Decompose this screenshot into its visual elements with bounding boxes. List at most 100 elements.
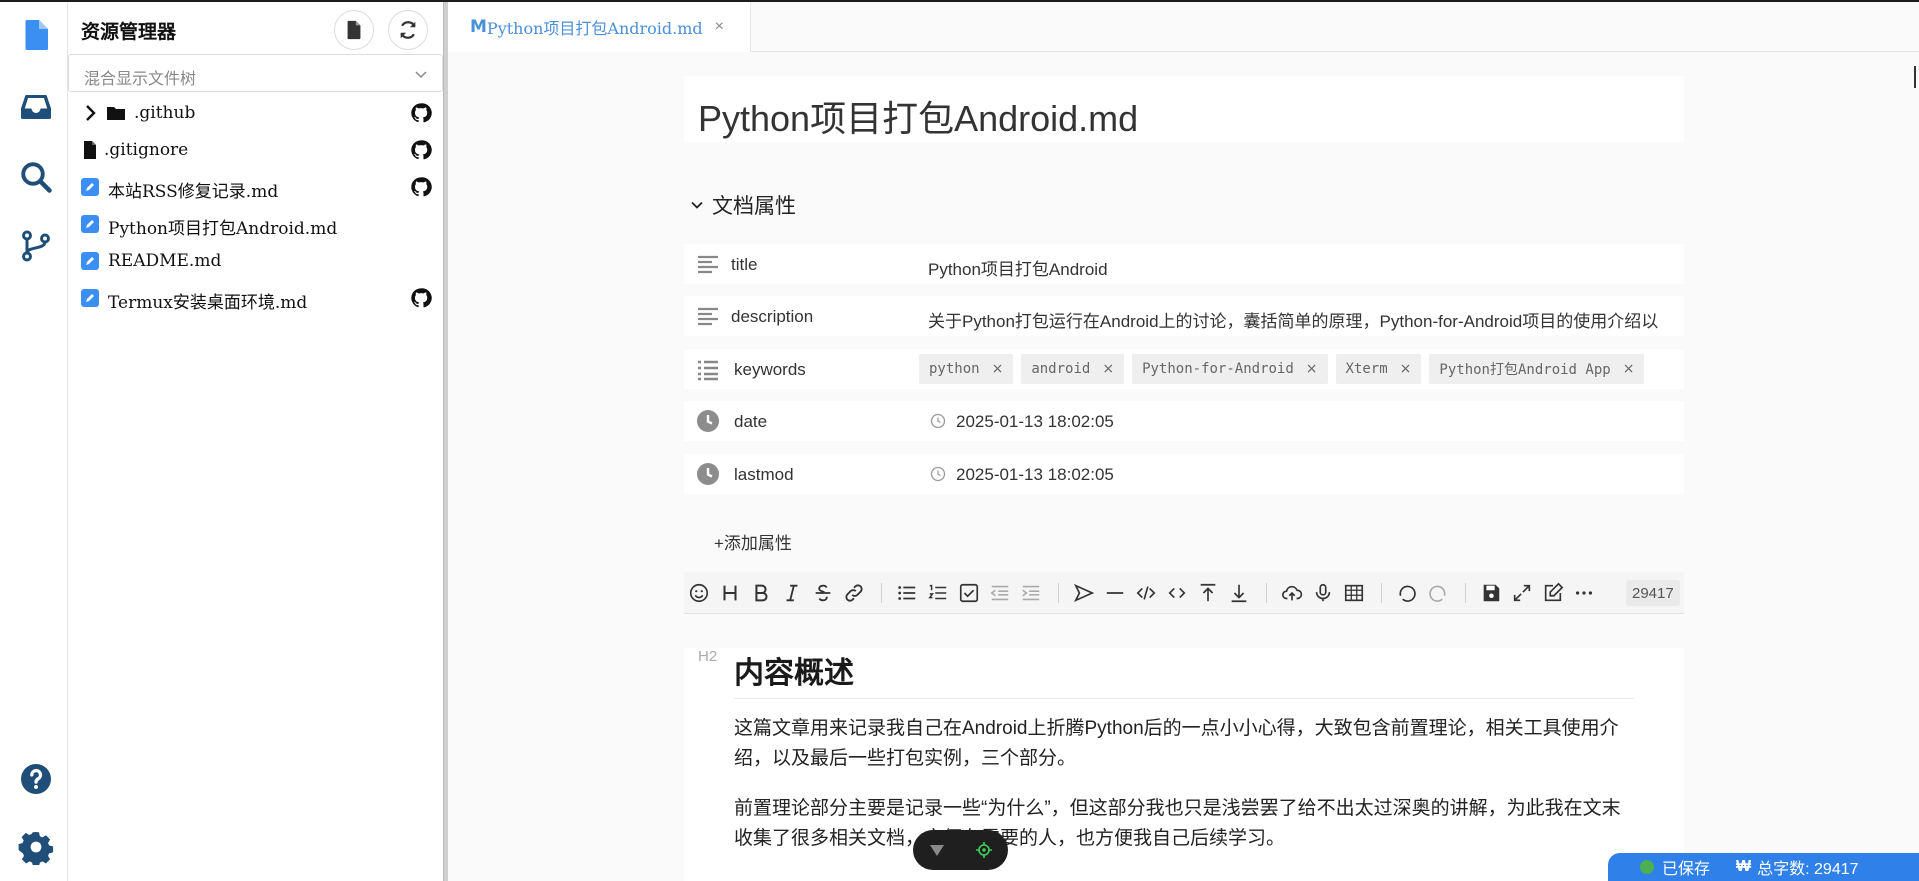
property-value-description[interactable]: 关于Python打包运行在Android上的讨论，囊括简单的原理，Python-… xyxy=(928,307,1674,332)
more-icon xyxy=(1575,591,1593,595)
microphone-icon xyxy=(1315,583,1331,602)
checkbox-icon xyxy=(959,583,979,603)
activity-bar xyxy=(0,2,68,881)
tree-mode-select[interactable]: 混合显示文件树 xyxy=(68,54,443,92)
paragraph: 前置理论部分主要是记录一些“为什么”，但这部分我也只是浅尝罢了给不出太过深奥的讲… xyxy=(734,798,1621,849)
settings-button[interactable] xyxy=(16,827,56,867)
code-block-button[interactable] xyxy=(1135,582,1157,604)
tag-remove-button[interactable]: × xyxy=(1400,361,1412,377)
bold-button[interactable] xyxy=(750,582,772,604)
tab-close-button[interactable]: × xyxy=(715,18,724,36)
inline-code-button[interactable] xyxy=(1166,582,1188,604)
insert-before-button[interactable] xyxy=(1197,582,1219,604)
explorer-title: 资源管理器 xyxy=(81,21,177,43)
tag-remove-button[interactable]: × xyxy=(1623,361,1635,377)
clock-icon xyxy=(930,413,946,429)
file-icon xyxy=(84,141,96,159)
folder-icon xyxy=(107,107,125,120)
keyword-tag[interactable]: Xterm × xyxy=(1335,354,1422,384)
tree-item-github-folder[interactable]: .github xyxy=(68,94,443,131)
chevron-right-icon[interactable] xyxy=(80,103,100,123)
scrollbar-thumb[interactable] xyxy=(1914,66,1916,88)
record-button[interactable] xyxy=(1312,582,1334,604)
fullscreen-button[interactable] xyxy=(1511,582,1533,604)
property-value-lastmod[interactable]: 2025-01-13 18:02:05 xyxy=(956,465,1702,485)
ordered-list-icon xyxy=(928,584,947,600)
link-button[interactable] xyxy=(843,582,865,604)
inline-code-icon xyxy=(1168,587,1186,599)
sidebar-resize-handle[interactable] xyxy=(443,2,448,881)
indent-button[interactable] xyxy=(1020,582,1042,604)
modified-marker: M xyxy=(470,17,487,37)
github-icon xyxy=(411,177,432,197)
keyword-tag[interactable]: Python打包Android App × xyxy=(1429,354,1645,384)
bullet-list-icon xyxy=(898,586,916,600)
quote-button[interactable] xyxy=(1073,582,1095,604)
new-file-button[interactable] xyxy=(334,10,374,50)
search-button[interactable] xyxy=(16,157,56,197)
tree-item-termux-md[interactable]: Termux安装桌面环境.md xyxy=(68,279,443,316)
inbox-icon xyxy=(21,95,51,119)
tag-label: Python-for-Android xyxy=(1142,361,1294,377)
tag-remove-button[interactable]: × xyxy=(1102,361,1114,377)
heading-level-marker: H2 xyxy=(698,648,718,665)
locate-icon[interactable] xyxy=(975,841,993,859)
heading-button[interactable] xyxy=(719,582,741,604)
tree-item-python-android-md[interactable]: Python项目打包Android.md xyxy=(68,205,443,242)
property-key: description xyxy=(731,307,814,326)
horizontal-rule-button[interactable] xyxy=(1104,582,1126,604)
tree-item-rss-md[interactable]: 本站RSS修复记录.md xyxy=(68,168,443,205)
code-block-icon xyxy=(1136,586,1156,600)
property-row-description: description 关于Python打包运行在Android上的讨论，囊括简… xyxy=(684,296,1684,336)
undo-button[interactable] xyxy=(1396,582,1418,604)
markdown-edit-icon xyxy=(81,178,99,196)
tree-item-label: .gitignore xyxy=(104,140,189,160)
tag-remove-button[interactable]: × xyxy=(1306,361,1318,377)
keyword-tag[interactable]: android × xyxy=(1021,354,1125,384)
strikethrough-button[interactable] xyxy=(812,582,834,604)
keyword-tag[interactable]: python × xyxy=(919,354,1014,384)
redo-icon xyxy=(1429,585,1446,602)
vditor-logo-icon[interactable] xyxy=(928,841,946,859)
properties-label: 文档属性 xyxy=(712,195,796,218)
properties-toggle[interactable]: 文档属性 xyxy=(690,190,796,220)
tag-remove-button[interactable]: × xyxy=(992,361,1004,377)
explorer-header: 资源管理器 xyxy=(68,2,443,52)
more-button[interactable] xyxy=(1573,582,1595,604)
italic-button[interactable] xyxy=(781,582,803,604)
bullet-list-button[interactable] xyxy=(896,582,918,604)
explorer-button[interactable] xyxy=(16,15,56,55)
help-button[interactable] xyxy=(16,759,56,799)
tab-python-android-md[interactable]: M Python项目打包Android.md × xyxy=(448,2,751,52)
edit-mode-button[interactable] xyxy=(1542,582,1564,604)
quote-arrow-icon xyxy=(1073,583,1095,603)
table-button[interactable] xyxy=(1343,582,1365,604)
save-button[interactable] xyxy=(1480,582,1502,604)
text-lines-icon xyxy=(698,307,718,326)
editor-content[interactable]: H2 内容概述 这篇文章用来记录我自己在Android上折腾Python后的一点… xyxy=(684,648,1684,881)
insert-after-button[interactable] xyxy=(1228,582,1250,604)
github-icon xyxy=(411,140,432,160)
property-row-keywords: keywords python × android × Python-for-And… xyxy=(684,349,1684,389)
property-value-title[interactable]: Python项目打包Android xyxy=(928,255,1674,280)
inbox-button[interactable] xyxy=(16,87,56,127)
property-value-date[interactable]: 2025-01-13 18:02:05 xyxy=(956,412,1702,432)
fullscreen-icon xyxy=(1513,584,1531,602)
tree-item-gitignore[interactable]: .gitignore xyxy=(68,131,443,168)
text-lines-icon xyxy=(698,255,718,274)
document-title-field[interactable]: Python项目打包Android.md xyxy=(684,76,1684,142)
clock-icon xyxy=(930,466,946,482)
source-control-button[interactable] xyxy=(16,226,56,266)
emoji-button[interactable] xyxy=(688,582,710,604)
toolbar-divider xyxy=(1266,583,1267,603)
add-property-button[interactable]: +添加属性 xyxy=(714,529,792,554)
tree-item-readme-md[interactable]: README.md xyxy=(68,242,443,279)
keyword-tag[interactable]: Python-for-Android × xyxy=(1132,354,1328,384)
toolbar-divider xyxy=(1465,583,1466,603)
refresh-button[interactable] xyxy=(388,10,428,50)
redo-button[interactable] xyxy=(1427,582,1449,604)
upload-button[interactable] xyxy=(1281,582,1303,604)
checklist-button[interactable] xyxy=(958,582,980,604)
outdent-button[interactable] xyxy=(989,582,1011,604)
ordered-list-button[interactable] xyxy=(927,582,949,604)
